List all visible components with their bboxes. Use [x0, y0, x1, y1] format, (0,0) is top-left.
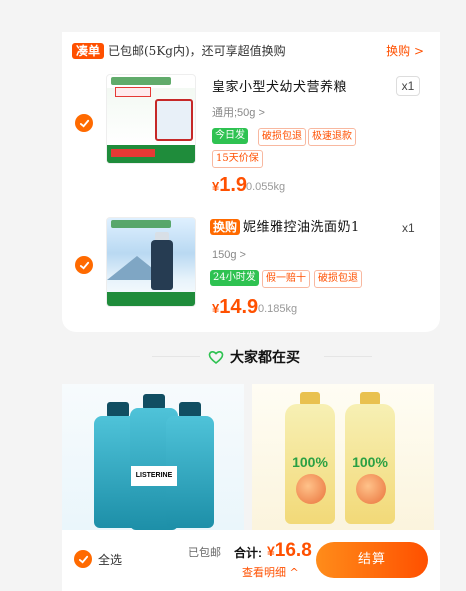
heart-icon — [208, 351, 224, 365]
exchange-link[interactable]: 换购 > — [386, 43, 424, 59]
divider — [324, 356, 372, 357]
item-2-image[interactable] — [106, 217, 196, 307]
promo-tag: 凑单 — [72, 43, 105, 59]
view-details-link[interactable]: 查看明细 ^ — [242, 566, 299, 580]
checkout-bar: 全选 已包邮 合计: ¥16.8 查看明细 ^ 结算 — [62, 530, 440, 591]
check-icon — [79, 119, 89, 128]
total-price: ¥16.8 — [267, 540, 312, 561]
item-1-tag-2: 极速退款 — [308, 128, 356, 146]
recommend-product-juice[interactable]: 100% 100% — [252, 384, 434, 530]
select-all-label[interactable]: 全选 — [98, 552, 122, 568]
recommend-header: 大家都在买 — [60, 346, 440, 368]
item-1-spec[interactable]: 通用;50g > — [212, 106, 265, 120]
promo-text: 已包邮(5Kg内)，还可享超值换购 — [108, 44, 286, 58]
product-image-label: LISTERINE — [131, 466, 177, 486]
item-2-badge: 换购 — [210, 219, 241, 235]
item-2-tag-0: 24小时发 — [210, 270, 259, 286]
total-label: 合计: — [234, 546, 262, 560]
item-2-name[interactable]: 妮维雅控油洗面奶1 — [243, 220, 360, 236]
recommend-title: 大家都在买 — [230, 349, 300, 365]
item-1-price: ¥1.9 — [212, 174, 248, 196]
item-1-image[interactable] — [106, 74, 196, 164]
item-1-tag-3: 15天价保 — [212, 150, 263, 168]
item-1-tag-1: 破损包退 — [258, 128, 306, 146]
recommend-product-listerine[interactable]: LISTERINE — [62, 384, 244, 530]
item-1-tag-0: 今日发 — [212, 128, 248, 144]
item-2-tag-1: 假一赔十 — [262, 270, 310, 288]
select-all-checkbox[interactable] — [74, 550, 92, 568]
check-icon — [79, 261, 89, 270]
promo-bar: 凑单 已包邮(5Kg内)，还可享超值换购 换购 > — [72, 40, 432, 62]
item-2-quantity[interactable]: x1 — [402, 220, 415, 236]
item-1-name[interactable]: 皇家小型犬幼犬营养粮 — [212, 80, 347, 96]
check-icon — [78, 555, 88, 564]
checkout-button[interactable]: 结算 — [316, 542, 428, 578]
shipping-note: 已包邮 — [188, 546, 221, 559]
divider — [152, 356, 200, 357]
item-2-spec[interactable]: 150g > — [212, 248, 246, 262]
item-1-weight: 0.055kg — [246, 181, 286, 193]
item-2-checkbox[interactable] — [75, 256, 93, 274]
product-image-label: 100% — [292, 454, 328, 470]
item-1-checkbox[interactable] — [75, 114, 93, 132]
item-2-weight: 0.185kg — [258, 303, 298, 315]
item-2-price: ¥14.9 — [212, 296, 259, 318]
item-2-tag-2: 破损包退 — [314, 270, 362, 288]
item-1-quantity[interactable]: x1 — [396, 76, 420, 96]
